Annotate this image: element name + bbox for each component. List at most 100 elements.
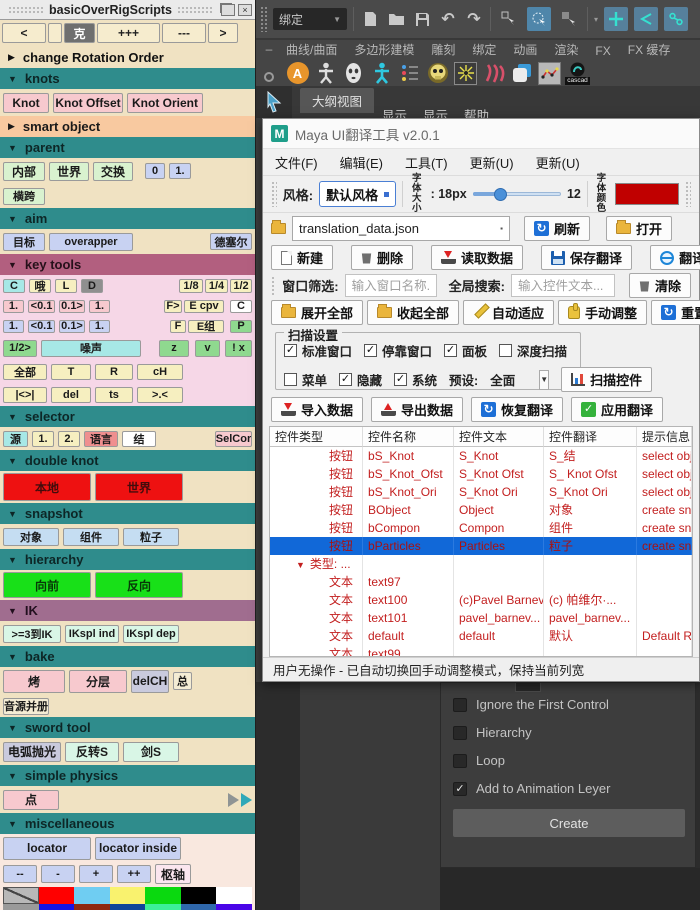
panel-button[interactable]: 本地 xyxy=(3,473,91,501)
panel-button[interactable]: L xyxy=(55,278,77,293)
close-icon[interactable]: × xyxy=(238,3,252,16)
panel-button[interactable]: -- xyxy=(3,865,37,883)
table-row[interactable]: 按钮 bS_Knot_Ori S_Knot Ori S_Knot Ori select … xyxy=(270,483,692,501)
panel-button[interactable]: R xyxy=(95,363,133,380)
panel-button[interactable]: 对象 xyxy=(3,527,59,546)
color-swatch[interactable] xyxy=(109,887,146,904)
section-header[interactable]: ▼ hierarchy xyxy=(0,549,255,570)
panel-button[interactable]: F> xyxy=(164,299,182,313)
section-header[interactable]: ▼ miscellaneous xyxy=(0,813,255,834)
section-header[interactable]: ▼ snapshot xyxy=(0,503,255,524)
panel-button[interactable]: 1. xyxy=(32,430,54,447)
panel-button[interactable]: >=3到IK xyxy=(3,624,61,643)
panel-button[interactable]: IKspl ind xyxy=(65,624,119,643)
panel-button[interactable]: 0.1> xyxy=(59,319,85,333)
lasso-select-tool-icon[interactable] xyxy=(527,7,551,31)
checkbox[interactable]: 菜单 xyxy=(284,370,327,389)
table-row[interactable]: 按钮bS_KnotS_KnotS_结select object xyxy=(270,447,692,465)
shelf-tab[interactable]: 多边形建模 xyxy=(354,41,414,58)
table-row[interactable]: 按钮 bS_Knot_Ofst S_Knot Ofst S_ Knot Ofst sel… xyxy=(270,465,692,483)
panel-button[interactable]: 向前 xyxy=(3,572,91,598)
float-window-icon[interactable] xyxy=(221,3,235,16)
apply-translation-button[interactable]: ✓ 应用翻译 xyxy=(571,396,664,422)
checkbox-box-icon[interactable]: ✓ xyxy=(444,344,458,357)
panel-button[interactable]: 点 xyxy=(3,789,59,810)
scan-controls-button[interactable]: 扫描控件 xyxy=(561,367,653,392)
shelf-tab[interactable]: 雕刻 xyxy=(431,41,455,58)
panel-button[interactable]: 1. xyxy=(89,299,110,313)
panel-button[interactable]: Knot Offset xyxy=(53,92,123,113)
drag-handle-dots[interactable] xyxy=(8,5,45,14)
panel-button[interactable]: 电弧抛光 xyxy=(3,741,61,762)
panel-button[interactable]: Knot xyxy=(3,92,49,113)
panel-button[interactable]: 1/2 xyxy=(230,278,252,293)
export-data-button[interactable]: 导出数据 xyxy=(371,396,464,422)
table-row[interactable]: 按钮BObjectObject对象create snaps xyxy=(270,501,692,519)
collapse-arrow-icon[interactable]: ▼ xyxy=(296,560,305,570)
color-swatch[interactable] xyxy=(145,887,181,904)
panel-toolbar-button[interactable]: > xyxy=(208,23,238,43)
translation-file-dropdown[interactable]: translation_data.json ▪ xyxy=(292,215,510,241)
shelf-tab[interactable]: 曲线/曲面 xyxy=(286,41,337,58)
checkbox-box-icon[interactable]: ✓ xyxy=(339,373,353,386)
checkbox[interactable]: ✓ 隐藏 xyxy=(339,370,382,389)
starburst-icon[interactable] xyxy=(454,61,477,85)
panel-button[interactable]: 源 xyxy=(3,430,28,447)
panel-button[interactable]: 内部 xyxy=(3,161,45,181)
section-header[interactable]: ▼ key tools xyxy=(0,254,255,275)
section-header[interactable]: ▼ sword tool xyxy=(0,717,255,738)
panel-button[interactable]: 2. xyxy=(58,430,80,447)
save-scene-icon[interactable] xyxy=(412,9,432,29)
menu-item[interactable]: 工具(T) xyxy=(405,153,448,172)
panel-button[interactable]: 1. xyxy=(3,319,24,333)
menu-item[interactable]: 帮助 xyxy=(464,105,489,118)
color-swatch[interactable] xyxy=(74,887,110,904)
character-icon[interactable] xyxy=(314,62,337,85)
style-dropdown[interactable]: 默认风格 xyxy=(319,181,397,207)
table-row[interactable]: 文本 text99 xyxy=(270,645,692,656)
cascadeur-icon[interactable]: cascad xyxy=(565,60,590,86)
clear-button[interactable]: 清除 xyxy=(628,273,691,298)
new-scene-icon[interactable] xyxy=(360,9,380,29)
anim-a-icon[interactable]: A xyxy=(286,62,309,85)
panel-button[interactable]: 噪声 xyxy=(41,339,141,357)
panel-button[interactable]: 1/4 xyxy=(205,278,228,293)
import-data-button[interactable]: 导入数据 xyxy=(271,396,364,422)
panel-button[interactable]: 反转S xyxy=(65,741,119,762)
move-tool-icon[interactable] xyxy=(604,7,629,31)
menu-item[interactable]: 更新(U) xyxy=(536,153,580,172)
color-swatch[interactable] xyxy=(38,887,75,904)
panel-titlebar[interactable]: basicOverRigScripts × xyxy=(0,0,255,20)
red-swirl-icon[interactable] xyxy=(482,62,505,85)
panel-button[interactable]: 总 xyxy=(173,672,192,690)
panel-button[interactable]: 分层 xyxy=(69,669,127,693)
panel-button[interactable]: 德塞尔 xyxy=(210,233,252,250)
panel-button[interactable]: 剑S xyxy=(123,741,179,762)
panel-button[interactable]: |<>| xyxy=(3,386,47,403)
folder-icon[interactable] xyxy=(271,219,286,234)
auto-fit-button[interactable]: 自动适应 xyxy=(463,300,555,325)
panel-button[interactable]: locator inside xyxy=(95,836,181,860)
section-header[interactable]: ▶ change Rotation Order xyxy=(0,46,255,68)
character-cyan-icon[interactable] xyxy=(370,62,393,85)
table-group-cell[interactable]: ▼ 类型: ... xyxy=(270,555,363,573)
section-header[interactable]: ▼ parent xyxy=(0,137,255,158)
toolbar-drag-handle[interactable] xyxy=(260,6,267,32)
table-row[interactable]: 文本defaultdefault默认Default Rota xyxy=(270,627,692,645)
panel-button[interactable]: 交换 xyxy=(93,161,133,181)
checkbox-box-icon[interactable] xyxy=(499,344,513,357)
checkbox[interactable]: Ignore the First Control xyxy=(453,697,695,712)
checkbox[interactable]: ✓ 系统 xyxy=(394,370,437,389)
checkbox-box-icon[interactable]: ✓ xyxy=(394,373,408,386)
panel-button[interactable]: F xyxy=(170,319,186,333)
panel-button[interactable]: ts xyxy=(95,386,133,403)
menu-item[interactable]: 编辑(E) xyxy=(340,153,383,172)
checkbox-box-icon[interactable]: ✓ xyxy=(284,344,297,357)
toolbar-drag-handle[interactable] xyxy=(271,275,277,296)
open-scene-icon[interactable] xyxy=(386,9,406,29)
table-header-cell[interactable]: 提示信息 xyxy=(637,427,692,447)
panel-button[interactable]: 1/2> xyxy=(3,339,37,357)
panel-button[interactable]: + xyxy=(79,865,113,883)
panel-button[interactable]: <0.1 xyxy=(28,299,55,313)
menu-set-dropdown[interactable]: 绑定 ▼ xyxy=(273,8,347,30)
